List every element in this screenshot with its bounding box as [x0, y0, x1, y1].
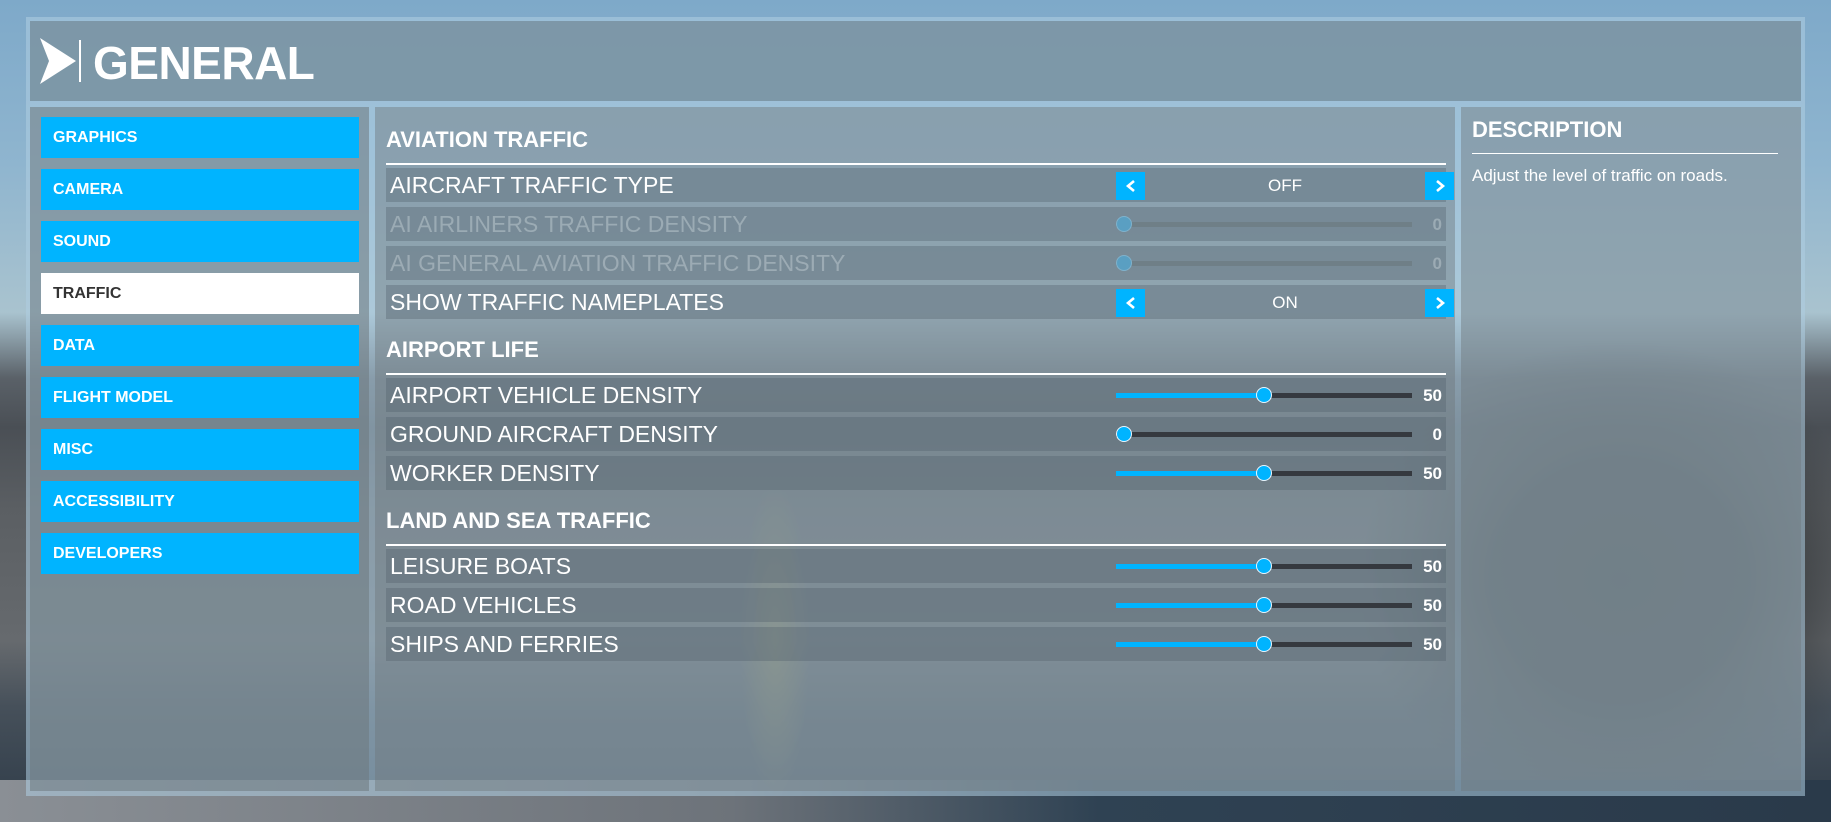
- density-slider[interactable]: [1116, 465, 1412, 481]
- chevron-left-icon: [1125, 297, 1135, 309]
- density-slider[interactable]: [1116, 426, 1412, 442]
- next-option-button[interactable]: [1425, 172, 1454, 200]
- chevron-right-icon: [1435, 180, 1445, 192]
- header-divider: [79, 40, 81, 82]
- section-title-land-and-sea-traffic: LAND AND SEA TRAFFIC: [386, 508, 1446, 546]
- next-option-button[interactable]: [1425, 289, 1454, 317]
- setting-label: AI GENERAL AVIATION TRAFFIC DENSITY: [390, 250, 846, 276]
- description-text: Adjust the level of traffic on roads.: [1472, 166, 1728, 185]
- description-panel: DESCRIPTION Adjust the level of traffic …: [1461, 107, 1801, 791]
- slider-fill: [1116, 564, 1264, 569]
- setting-row-ground-aircraft-density: GROUND AIRCRAFT DENSITY 0: [386, 417, 1446, 451]
- sidebar-item-graphics[interactable]: GRAPHICS: [41, 117, 359, 158]
- density-slider[interactable]: [1116, 387, 1412, 403]
- slider-thumb[interactable]: [1256, 597, 1272, 613]
- arrow-logo-icon: [40, 38, 76, 84]
- density-slider[interactable]: [1116, 636, 1412, 652]
- slider-value: 50: [1423, 635, 1442, 654]
- setting-row-airport-vehicle-density: AIRPORT VEHICLE DENSITY 50: [386, 378, 1446, 412]
- slider-fill: [1116, 603, 1264, 608]
- slider-value: 50: [1423, 596, 1442, 615]
- slider-track: [1116, 222, 1412, 227]
- setting-row-aircraft-traffic-type: AIRCRAFT TRAFFIC TYPE OFF: [386, 168, 1454, 202]
- slider-value: 0: [1432, 215, 1442, 234]
- sidebar-item-misc[interactable]: MISC: [41, 429, 359, 470]
- previous-option-button[interactable]: [1116, 289, 1145, 317]
- sidebar-item-traffic[interactable]: TRAFFIC: [41, 273, 359, 314]
- setting-label: AIRCRAFT TRAFFIC TYPE: [390, 172, 674, 198]
- sidebar-item-data[interactable]: DATA: [41, 325, 359, 366]
- setting-row-ships-and-ferries: SHIPS AND FERRIES 50: [386, 627, 1446, 661]
- settings-content: AVIATION TRAFFIC AIRCRAFT TRAFFIC TYPE O…: [375, 107, 1455, 791]
- density-slider[interactable]: [1116, 558, 1412, 574]
- setting-label: WORKER DENSITY: [390, 460, 600, 486]
- sidebar-item-camera[interactable]: CAMERA: [41, 169, 359, 210]
- page-title: GENERAL: [93, 37, 315, 89]
- sidebar-item-developers[interactable]: DEVELOPERS: [41, 533, 359, 574]
- setting-label: AIRPORT VEHICLE DENSITY: [390, 382, 703, 408]
- slider-thumb[interactable]: [1256, 636, 1272, 652]
- option-value: ON: [1272, 293, 1298, 312]
- slider-fill: [1116, 471, 1264, 476]
- section-title-airport-life: AIRPORT LIFE: [386, 337, 1446, 375]
- setting-row-leisure-boats: LEISURE BOATS 50: [386, 549, 1446, 583]
- setting-label: SHOW TRAFFIC NAMEPLATES: [390, 289, 724, 315]
- slider-value: 50: [1423, 557, 1442, 576]
- slider-thumb[interactable]: [1116, 255, 1132, 271]
- chevron-right-icon: [1435, 297, 1445, 309]
- slider-track: [1116, 261, 1412, 266]
- setting-row-road-vehicles: ROAD VEHICLES 50: [386, 588, 1446, 622]
- density-slider[interactable]: [1116, 216, 1412, 232]
- sidebar: GRAPHICS CAMERA SOUND TRAFFIC DATA FLIGH…: [30, 107, 369, 791]
- slider-thumb[interactable]: [1116, 426, 1132, 442]
- setting-row-ai-general-aviation-traffic-density: AI GENERAL AVIATION TRAFFIC DENSITY 0: [386, 246, 1446, 280]
- chevron-left-icon: [1125, 180, 1135, 192]
- previous-option-button[interactable]: [1116, 172, 1145, 200]
- setting-label: SHIPS AND FERRIES: [390, 631, 619, 657]
- slider-value: 50: [1423, 386, 1442, 405]
- description-title: DESCRIPTION: [1472, 117, 1778, 154]
- setting-row-worker-density: WORKER DENSITY 50: [386, 456, 1446, 490]
- slider-value: 0: [1432, 254, 1442, 273]
- setting-label: AI AIRLINERS TRAFFIC DENSITY: [390, 211, 748, 237]
- setting-label: ROAD VEHICLES: [390, 592, 577, 618]
- setting-row-ai-airliners-traffic-density: AI AIRLINERS TRAFFIC DENSITY 0: [386, 207, 1446, 241]
- sidebar-item-accessibility[interactable]: ACCESSIBILITY: [41, 481, 359, 522]
- density-slider[interactable]: [1116, 255, 1412, 271]
- setting-label: GROUND AIRCRAFT DENSITY: [390, 421, 718, 447]
- slider-track: [1116, 432, 1412, 437]
- slider-thumb[interactable]: [1256, 465, 1272, 481]
- option-value: OFF: [1268, 176, 1302, 195]
- setting-row-show-traffic-nameplates: SHOW TRAFFIC NAMEPLATES ON: [386, 285, 1454, 319]
- density-slider[interactable]: [1116, 597, 1412, 613]
- setting-label: LEISURE BOATS: [390, 553, 572, 579]
- sidebar-item-flight-model[interactable]: FLIGHT MODEL: [41, 377, 359, 418]
- slider-thumb[interactable]: [1116, 216, 1132, 232]
- slider-value: 0: [1432, 425, 1442, 444]
- slider-value: 50: [1423, 464, 1442, 483]
- slider-fill: [1116, 642, 1264, 647]
- sidebar-item-sound[interactable]: SOUND: [41, 221, 359, 262]
- section-title-aviation-traffic: AVIATION TRAFFIC: [386, 127, 1446, 165]
- slider-fill: [1116, 393, 1264, 398]
- slider-thumb[interactable]: [1256, 558, 1272, 574]
- slider-thumb[interactable]: [1256, 387, 1272, 403]
